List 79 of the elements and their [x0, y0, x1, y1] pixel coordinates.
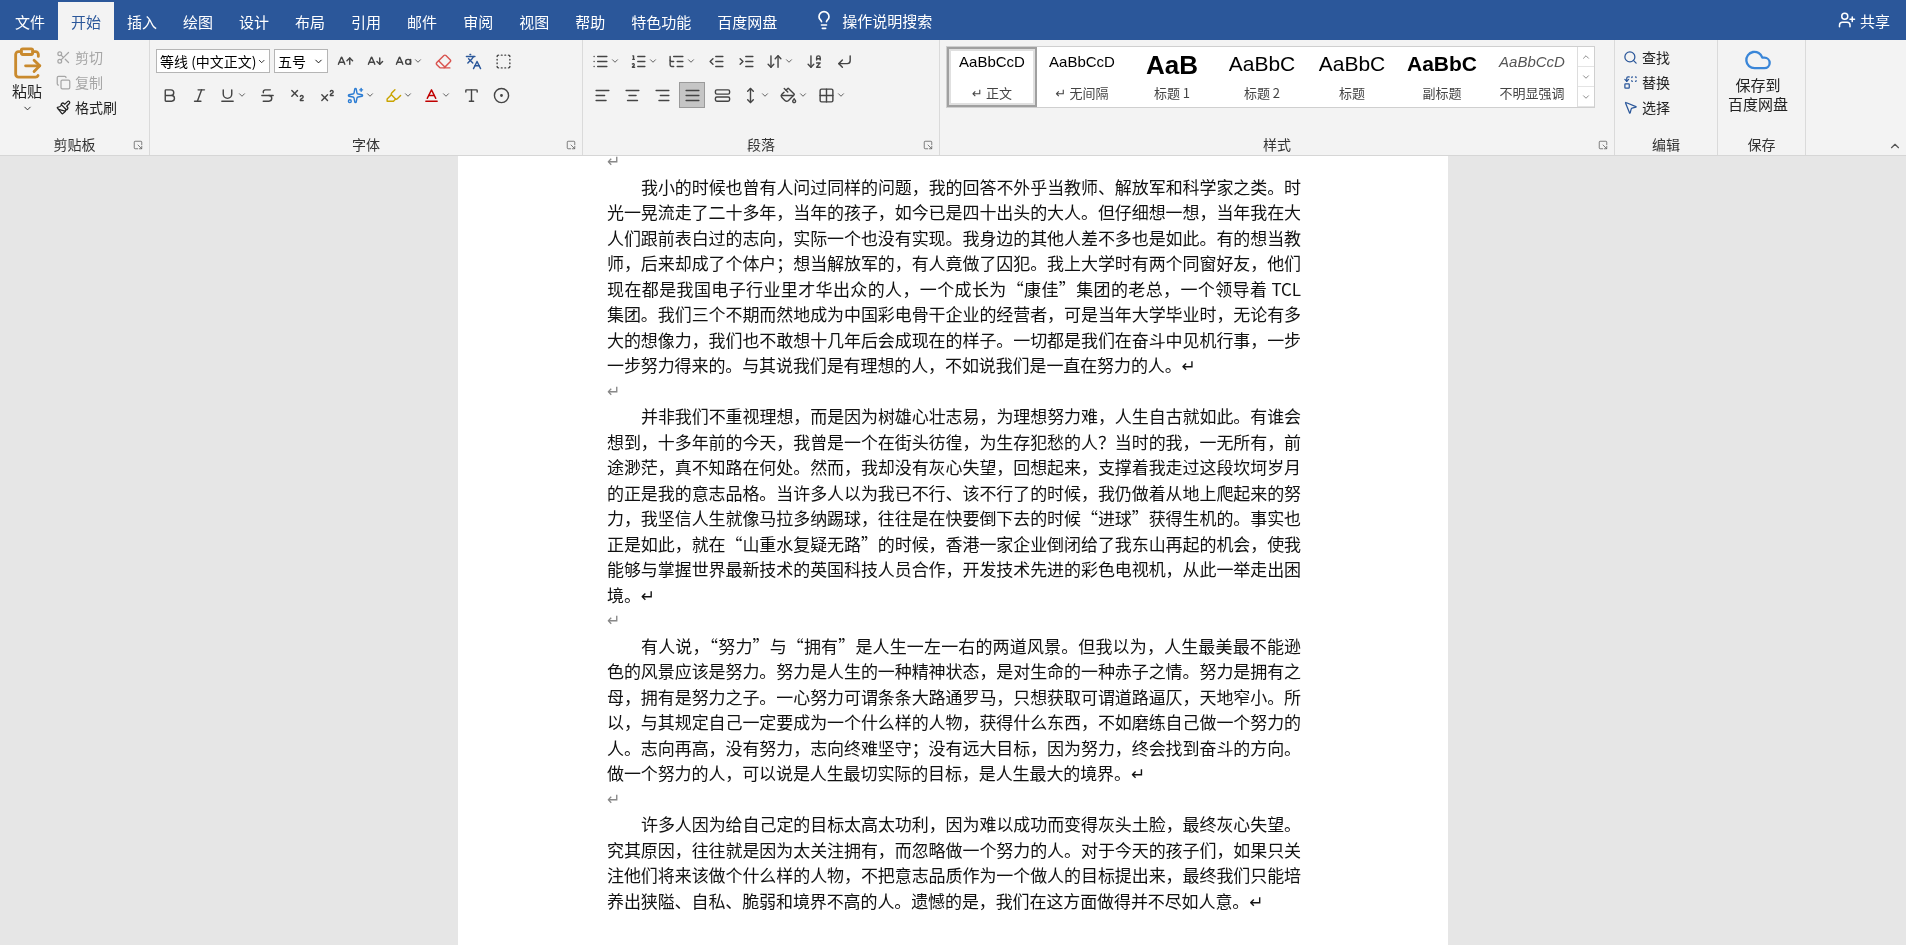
copy-icon — [56, 74, 71, 90]
align-button[interactable] — [679, 82, 705, 108]
editing-button[interactable]: 选择 — [1621, 96, 1672, 118]
dialog-launcher-icon[interactable] — [566, 140, 576, 150]
enclose-character-icon — [492, 86, 510, 104]
borders-icon — [818, 86, 835, 104]
paragraph: 我小的时候也曾有人问过同样的问题，我的回答不外乎当教师、解放军和科学家之类。时光一晃流走了二十多年，当年的孩子，如今已是四十出头的大人。但仔细想一想，当年我在大人们跟前表白过的志向，实际一个也没有实现。我身边的其他人差不多也是如此。有的想当教师，后来却成了个体户；想当解放军的，有人竟做了囚犯。我上大学时有两个同窗好友，他们现在都是我国电子行业里才华出众的人，一个成长为“康佳”集团的老总，一个领导着 TCL 集团。我们三个不期而然地成为中国彩电骨干企业的经营者，可是当年大学毕业时，无论有多大的想像力，我们也不敢想十几年后会成现在的样子。一切都是我们在奋斗中见机行事，一步一步努力得来的。与其说我们是有理想的人，不如说我们是一直在努力的人。↵ — [607, 173, 1301, 378]
replace-icon — [1623, 74, 1638, 90]
ribbon-tab[interactable]: 设计 — [226, 2, 283, 40]
caret-icon — [237, 90, 247, 100]
paragraph-mark: ↵ — [607, 785, 621, 811]
caret-icon — [403, 90, 413, 100]
paragraph-mark: ↵ — [607, 377, 621, 403]
ribbon-tab[interactable]: 布局 — [282, 2, 339, 40]
dialog-launcher-icon[interactable] — [133, 140, 143, 150]
paragraph-mark: ↵ — [607, 156, 621, 174]
save-to-cloud-button[interactable]: 保存到 百度网盘 — [1724, 44, 1792, 133]
shading-icon — [780, 86, 797, 104]
character-border-icon — [494, 52, 512, 70]
editing-button[interactable]: 替换 — [1621, 71, 1672, 93]
caret-icon — [365, 90, 375, 100]
group-label: 保存 — [1747, 134, 1776, 154]
caret-icon — [413, 56, 423, 66]
character-shading-icon — [462, 86, 480, 104]
font-color-icon — [423, 86, 440, 104]
underline-icon — [219, 86, 236, 104]
text-direction-icon — [766, 52, 783, 70]
editing-button[interactable]: 查找 — [1621, 46, 1672, 68]
ribbon-tab[interactable]: 帮助 — [562, 2, 619, 40]
search-icon — [1623, 49, 1638, 65]
highlight-icon — [385, 86, 402, 104]
group-label: 字体 — [352, 134, 380, 154]
text-effects-icon — [347, 86, 364, 104]
strikethrough-icon — [258, 86, 276, 104]
dialog-launcher-icon[interactable] — [923, 140, 933, 150]
caret-icon — [686, 56, 696, 66]
paragraph: 有人说，“努力”与“拥有”是人生一左一右的两道风景。但我以为，人生最美最不能逊色的风景应该是努力。努力是人生的一种精神状态，是对生命的一种赤子之情。努力是拥有之母，拥有是努力之子。一心努力可谓条条大路通罗马，只想获取可谓道路逼仄，天地窄小。所以，与其规定自己一定要成为一个什么样的人物，获得什么东西，不如磨练自己做一个努力的人。志向再高，没有努力，志向终难坚守；没有远大目标，因为努力，终会找到奋斗的方向。做一个努力的人，可以说是人生最切实际的目标，是人生最大的境界。↵ — [607, 632, 1301, 786]
ribbon-tab[interactable]: 绘图 — [170, 2, 227, 40]
caret-icon — [798, 90, 808, 100]
caret-icon — [836, 90, 846, 100]
caret-icon — [784, 56, 794, 66]
group-label: 段落 — [747, 134, 775, 154]
caret-icon — [610, 56, 620, 66]
font-size-field[interactable]: 五号 — [274, 49, 328, 73]
ribbon-tab[interactable]: 特色功能 — [618, 2, 705, 40]
sort-icon — [805, 52, 823, 70]
group-label: 样式 — [1263, 134, 1291, 154]
ribbon-tab[interactable]: 引用 — [338, 2, 395, 40]
paragraph-mark: ↵ — [607, 607, 621, 633]
ribbon-tab[interactable]: 百度网盘 — [704, 2, 791, 40]
ribbon-tab[interactable]: 开始 — [58, 2, 115, 40]
ribbon-tab[interactable]: 视图 — [506, 2, 563, 40]
paintbrush-icon — [56, 99, 71, 115]
caret-icon — [760, 90, 770, 100]
style-item[interactable]: AaBbCcD ↵ 正文 — [947, 47, 1037, 107]
ribbon-tab[interactable]: 邮件 — [394, 2, 451, 40]
caret-icon — [441, 90, 451, 100]
cursor-icon — [1623, 99, 1638, 115]
paragraph: 并非我们不重视理想，而是因为树雄心壮志易，为理想努力难，人生自古就如此。有谁会想到，十多年前的今天，我曾是一个在街头彷徨，为生存犯愁的人？当时的我，一无所有，前途渺茫，真不知路在何处。然而，我却没有灰心失望，回想起来，支撑着我走过这段坎坷岁月的正是我的意志品格。当许多人以为我已不行、该不行了的时候，我仍做着从地上爬起来的努力，我坚信人生就像马拉多纳踢球，往往是在快要倒下去的时候“进球”获得生机的。事实也正是如此，就在“山重水复疑无路”的时候，香港一家企业倒闭给了我东山再起的机会，使我能够与掌握世界最新技术的英国科技人员合作，开发技术先进的彩色电视机，从此一举走出困境。↵ — [607, 403, 1301, 607]
paste-button[interactable]: 粘贴 — [6, 44, 48, 133]
align-icon — [713, 86, 731, 104]
phonetic-guide-icon — [464, 52, 482, 70]
group-label: 编辑 — [1652, 134, 1680, 154]
font-name-field[interactable]: 等线 (中文正文) — [156, 49, 270, 73]
caret-icon — [648, 56, 658, 66]
group-label: 剪贴板 — [53, 134, 96, 154]
ribbon-tab[interactable]: 插入 — [114, 2, 171, 40]
person-add-icon — [1838, 11, 1856, 29]
scissors-icon — [56, 49, 71, 65]
tell-me-search[interactable]: 操作说明搜索 — [808, 0, 939, 40]
numbering-icon — [630, 52, 647, 70]
clipboard-button[interactable]: 格式刷 — [54, 96, 119, 118]
show-marks-icon — [835, 52, 853, 70]
share-button[interactable]: 共享 — [1822, 0, 1906, 40]
dialog-launcher-icon[interactable] — [1598, 140, 1608, 150]
clear-format-icon — [434, 52, 452, 70]
paragraph: 许多人因为给自己定的目标太高太功利，因为难以成功而变得灰头土脸，最终灰心失望。究其原因，往往就是因为太关注拥有，而忽略做一个努力的人。对于今天的孩子们，如果只关注他们将来该做个什么样的人物，不把意志品质作为一个做人的目标提出来，最终我们只能培养出狭隘、自私、脆弱和境界不高的人。遗憾的是，我们在这方面做得并不尽如人意。↵ — [607, 811, 1301, 913]
ribbon-tab[interactable]: 审阅 — [450, 2, 507, 40]
ribbon-tab[interactable]: 文件 — [2, 2, 58, 40]
